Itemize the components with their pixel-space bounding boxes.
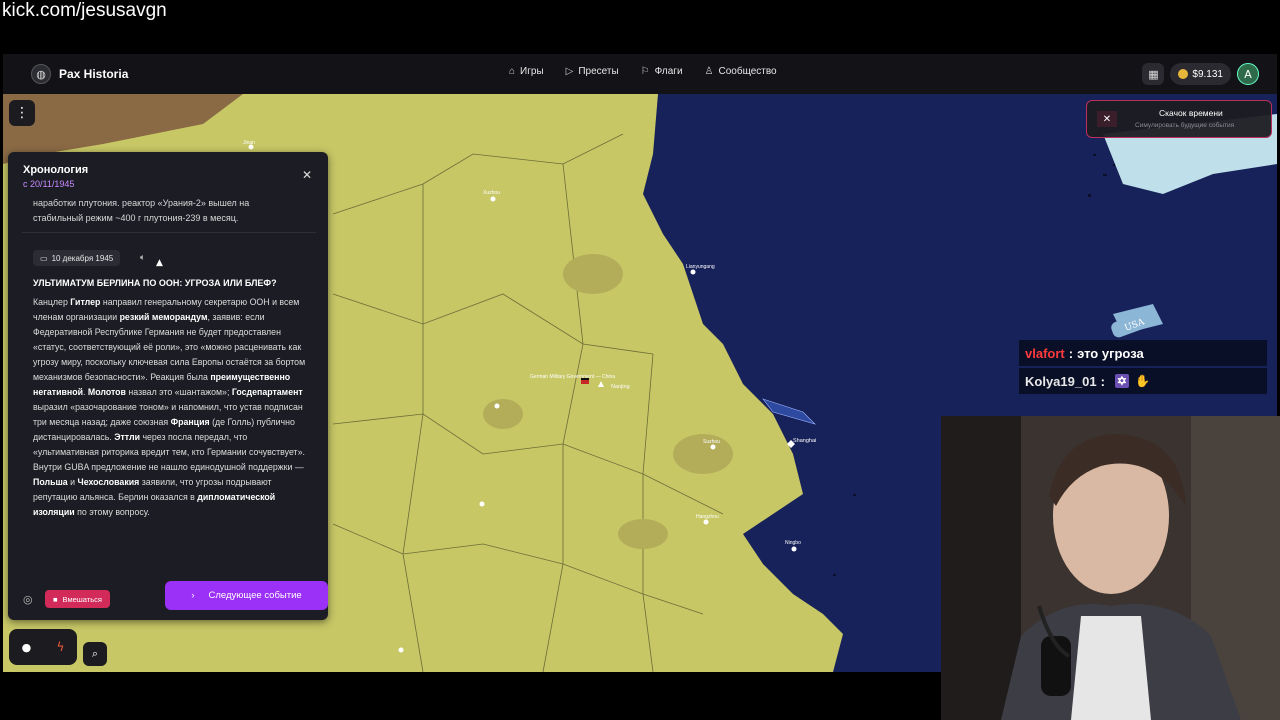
nanjing-label: Nanjing: [611, 384, 630, 390]
chat-username: vlafort: [1025, 345, 1065, 361]
logo[interactable]: ◍ Pax Historia: [31, 64, 128, 84]
previous-event-line-2: стабильный режим ~400 г плутония-239 в м…: [33, 213, 239, 223]
app-name: Pax Historia: [59, 67, 129, 81]
nav-games-label: Игры: [520, 66, 544, 77]
webcam-feed: [941, 416, 1280, 720]
waving-hand-emote-icon: ✋: [1134, 374, 1150, 388]
chevron-right-icon: ›: [191, 590, 195, 601]
svg-text:Ningbo: Ningbo: [785, 540, 801, 546]
stop-icon: ■: [53, 594, 58, 604]
menu-button[interactable]: ⋮: [9, 100, 35, 126]
users-icon: ♙: [704, 66, 714, 77]
shanghai-label: Shanghai: [793, 438, 816, 444]
nav-games[interactable]: ⌂ Игры: [509, 66, 544, 77]
nav-flags[interactable]: ⚐ Флаги: [641, 66, 683, 77]
time-jump-panel[interactable]: ✕ Скачок времени Симулировать будущие со…: [1086, 100, 1272, 138]
chat-message: Kolya19_01 : ✡ ✋: [1019, 368, 1267, 394]
balance-badge[interactable]: $9.131: [1170, 63, 1231, 85]
close-icon[interactable]: ✕: [302, 168, 312, 182]
nav-community-label: Сообщество: [718, 66, 777, 77]
chat-separator: :: [1100, 373, 1105, 389]
stream-url: kick.com/jesusavgn: [2, 0, 167, 21]
nav-presets[interactable]: ▷ Пресеты: [566, 66, 619, 77]
main-nav: ⌂ Игры ▷ Пресеты ⚐ Флаги ♙ Сообщество: [509, 66, 777, 77]
calendar-icon: ▭: [40, 253, 48, 263]
intervene-label: Вмешаться: [62, 594, 102, 604]
chat-text: это угроза: [1077, 345, 1144, 361]
next-event-label: Следующее событие: [208, 590, 302, 601]
event-title: УЛЬТИМАТУМ БЕРЛИНА ПО ООН: УГРОЗА ИЛИ БЛ…: [33, 278, 277, 288]
svg-text:Jinan: Jinan: [243, 140, 255, 146]
avatar[interactable]: A: [1237, 63, 1259, 85]
play-icon: ▷: [565, 66, 574, 77]
svg-text:Hangzhou: Hangzhou: [696, 514, 719, 520]
search-icon[interactable]: ⌕: [83, 642, 107, 666]
nav-community[interactable]: ♙ Сообщество: [705, 66, 777, 77]
previous-event-text: наработки плутония. реактор «Урания-2» в…: [33, 196, 303, 226]
timeline-panel: Хронология с 20/11/1945 ✕ наработки плут…: [8, 152, 328, 620]
next-event-button[interactable]: › Следующее событие: [165, 581, 328, 610]
event-date: 10 декабря 1945: [51, 253, 114, 263]
balance-value: $9.131: [1192, 68, 1223, 80]
time-jump-title: Скачок времени: [1159, 108, 1223, 118]
mouse-cursor-icon: ▲: [156, 258, 163, 268]
chat-username: Kolya19_01: [1025, 373, 1097, 389]
account-tools: ▦ $9.131 A: [1142, 63, 1259, 85]
target-icon[interactable]: ◎: [23, 593, 33, 606]
event-date-badge: ▭ 10 декабря 1945: [33, 250, 121, 266]
svg-text:Lianyungang: Lianyungang: [686, 264, 715, 270]
nav-flags-label: Флаги: [654, 66, 683, 77]
grid-icon[interactable]: ▦: [1142, 63, 1165, 85]
intervene-button[interactable]: ■ Вмешаться: [45, 590, 110, 608]
event-body: Канцлер Гитлер направил генеральному сек…: [33, 297, 306, 517]
globe-logo-icon: ◍: [31, 64, 51, 84]
letterbox-bottom: [0, 672, 941, 720]
divider: [22, 232, 316, 233]
chat-message: vlafort : это угроза: [1019, 340, 1267, 366]
chat-separator: :: [1068, 345, 1074, 361]
close-icon[interactable]: ✕: [1097, 111, 1117, 127]
speaker-icon[interactable]: 🔈︎: [140, 253, 145, 263]
previous-event-line-1: наработки плутония. реактор «Урания-2» в…: [33, 198, 250, 208]
svg-text:Suzhou: Suzhou: [703, 439, 720, 445]
bottom-toolbar: ● ϟ: [9, 629, 77, 665]
timeline-title: Хронология: [23, 164, 89, 176]
star-of-david-emote-icon: ✡: [1114, 374, 1129, 388]
svg-text:German Military Government — C: German Military Government — China: [530, 374, 615, 380]
top-bar: ◍ Pax Historia ⌂ Игры ▷ Пресеты ⚐ Флаги …: [3, 54, 1277, 94]
svg-text:Xuzhou: Xuzhou: [483, 190, 500, 196]
time-jump-subtitle: Симулировать будущие события: [1135, 122, 1235, 129]
coin-icon: [1178, 69, 1189, 79]
flag-icon: ⚐: [640, 66, 650, 77]
gamepad-icon: ⌂: [509, 66, 516, 77]
lightning-icon[interactable]: ϟ: [56, 640, 64, 654]
chat-bubble-icon[interactable]: ●: [22, 641, 32, 654]
nav-presets-label: Пресеты: [578, 66, 619, 77]
timeline-date: с 20/11/1945: [23, 179, 75, 189]
stream-chat: vlafort : это угроза Kolya19_01 : ✡ ✋: [1019, 340, 1267, 396]
